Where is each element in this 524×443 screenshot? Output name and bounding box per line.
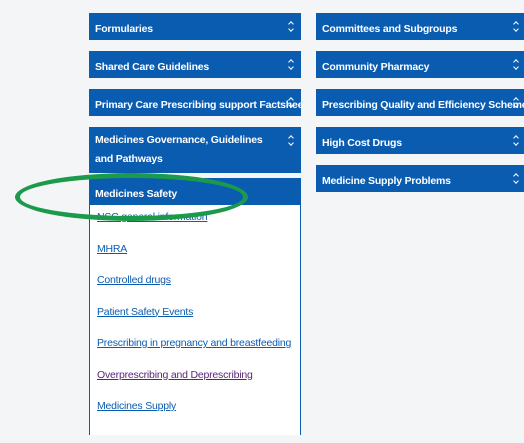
accordion-medicine-supply-problems[interactable]: Medicine Supply Problems xyxy=(316,165,524,192)
accordion-shared-care-guidelines[interactable]: Shared Care Guidelines xyxy=(89,51,301,78)
link-medicines-supply[interactable]: Medicines Supply xyxy=(97,399,300,431)
accordion-committees-subgroups[interactable]: Committees and Subgroups xyxy=(316,13,524,40)
accordion-medicines-safety[interactable]: Medicines Safety xyxy=(89,178,301,205)
link-overprescribing[interactable]: Overprescribing and Deprescribing xyxy=(97,368,300,400)
accordion-high-cost-drugs[interactable]: High Cost Drugs xyxy=(316,127,524,154)
chevron-up-down-icon xyxy=(287,133,295,147)
page: Formularies Shared Care Guidelines Prima… xyxy=(0,0,524,443)
link-controlled-drugs[interactable]: Controlled drugs xyxy=(97,273,300,305)
chevron-up-down-icon xyxy=(287,95,295,109)
accordion-label: Community Pharmacy xyxy=(322,61,430,73)
left-accordion-column: Formularies Shared Care Guidelines Prima… xyxy=(89,13,301,435)
chevron-up-down-icon xyxy=(512,171,520,185)
accordion-label: Prescribing Quality and Efficiency Schem… xyxy=(322,99,524,111)
chevron-up-down-icon xyxy=(512,133,520,147)
chevron-up-down-icon xyxy=(512,19,520,33)
accordion-label: High Cost Drugs xyxy=(322,137,402,149)
accordion-label: Medicines Governance, Guidelines and Pat… xyxy=(95,134,263,165)
accordion-medicines-governance[interactable]: Medicines Governance, Guidelines and Pat… xyxy=(89,127,301,173)
link-nsc-general-information[interactable]: NSC general information xyxy=(97,210,300,242)
accordion-primary-care-factsheets[interactable]: Primary Care Prescribing support Factshe… xyxy=(89,89,301,116)
chevron-up-down-icon xyxy=(287,57,295,71)
chevron-up-down-icon xyxy=(287,19,295,33)
accordion-label: Medicine Supply Problems xyxy=(322,175,451,187)
link-mhra[interactable]: MHRA xyxy=(97,242,300,274)
accordion-label: Formularies xyxy=(95,23,153,35)
right-accordion-column: Committees and Subgroups Community Pharm… xyxy=(316,13,524,203)
link-prescribing-pregnancy[interactable]: Prescribing in pregnancy and breastfeedi… xyxy=(97,336,300,368)
accordion-pqe-scheme[interactable]: Prescribing Quality and Efficiency Schem… xyxy=(316,89,524,116)
accordion-label: Committees and Subgroups xyxy=(322,23,458,35)
accordion-formularies[interactable]: Formularies xyxy=(89,13,301,40)
accordion-label: Primary Care Prescribing support Factshe… xyxy=(95,99,301,111)
accordion-community-pharmacy[interactable]: Community Pharmacy xyxy=(316,51,524,78)
link-patient-safety-events[interactable]: Patient Safety Events xyxy=(97,305,300,337)
medicines-safety-panel: NSC general information MHRA Controlled … xyxy=(89,205,301,435)
accordion-label: Shared Care Guidelines xyxy=(95,61,210,73)
chevron-up-down-icon xyxy=(512,95,520,109)
chevron-up-down-icon xyxy=(512,57,520,71)
accordion-label: Medicines Safety xyxy=(95,188,177,200)
